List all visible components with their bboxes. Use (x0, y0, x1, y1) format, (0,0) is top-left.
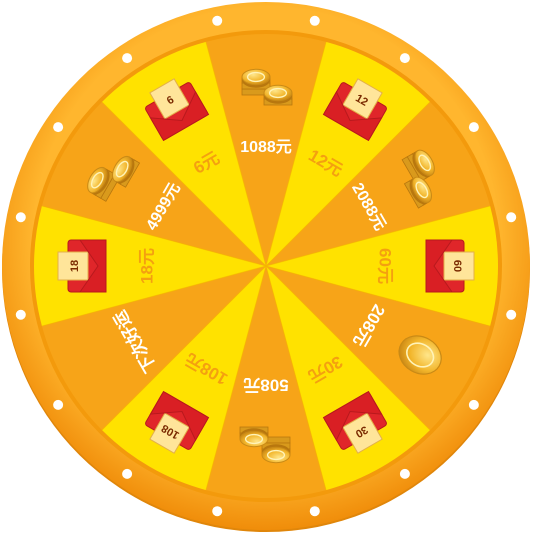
prize-wheel-graphic[interactable]: 126030108186 1088元 12元2088元60元208元30元508元… (0, 0, 533, 535)
rim-light-dot (468, 122, 479, 133)
segment-prize-label: 18元 (137, 248, 156, 284)
prize-wheel[interactable]: 12 60 30 108 18 6 1088元 12元 2088元 60元 208元 30元 508元… (0, 0, 533, 535)
segment-prize-label: 508元 (243, 376, 288, 395)
rim-light-dot (506, 212, 517, 223)
rim-light-dot (53, 399, 64, 410)
segment-prize-label: 1088元 (240, 139, 292, 156)
rim-light-dot (122, 53, 133, 64)
rim-light-dot (399, 468, 410, 479)
rim-light-dot (15, 212, 26, 223)
envelope-badge-text: 60 (451, 260, 463, 272)
rim-light-dot (309, 15, 320, 26)
rim-light-dot (399, 53, 410, 64)
rim-light-dot (212, 15, 223, 26)
rim-light-dot (15, 309, 26, 320)
rim-light-dot (468, 399, 479, 410)
rim-light-dot (309, 506, 320, 517)
rim-light-dot (122, 468, 133, 479)
segment-prize-label: 60元 (376, 248, 395, 284)
rim-light-dot (212, 506, 223, 517)
rim-light-dot (506, 309, 517, 320)
rim-light-dot (53, 122, 64, 133)
envelope-badge-text: 18 (69, 260, 81, 272)
